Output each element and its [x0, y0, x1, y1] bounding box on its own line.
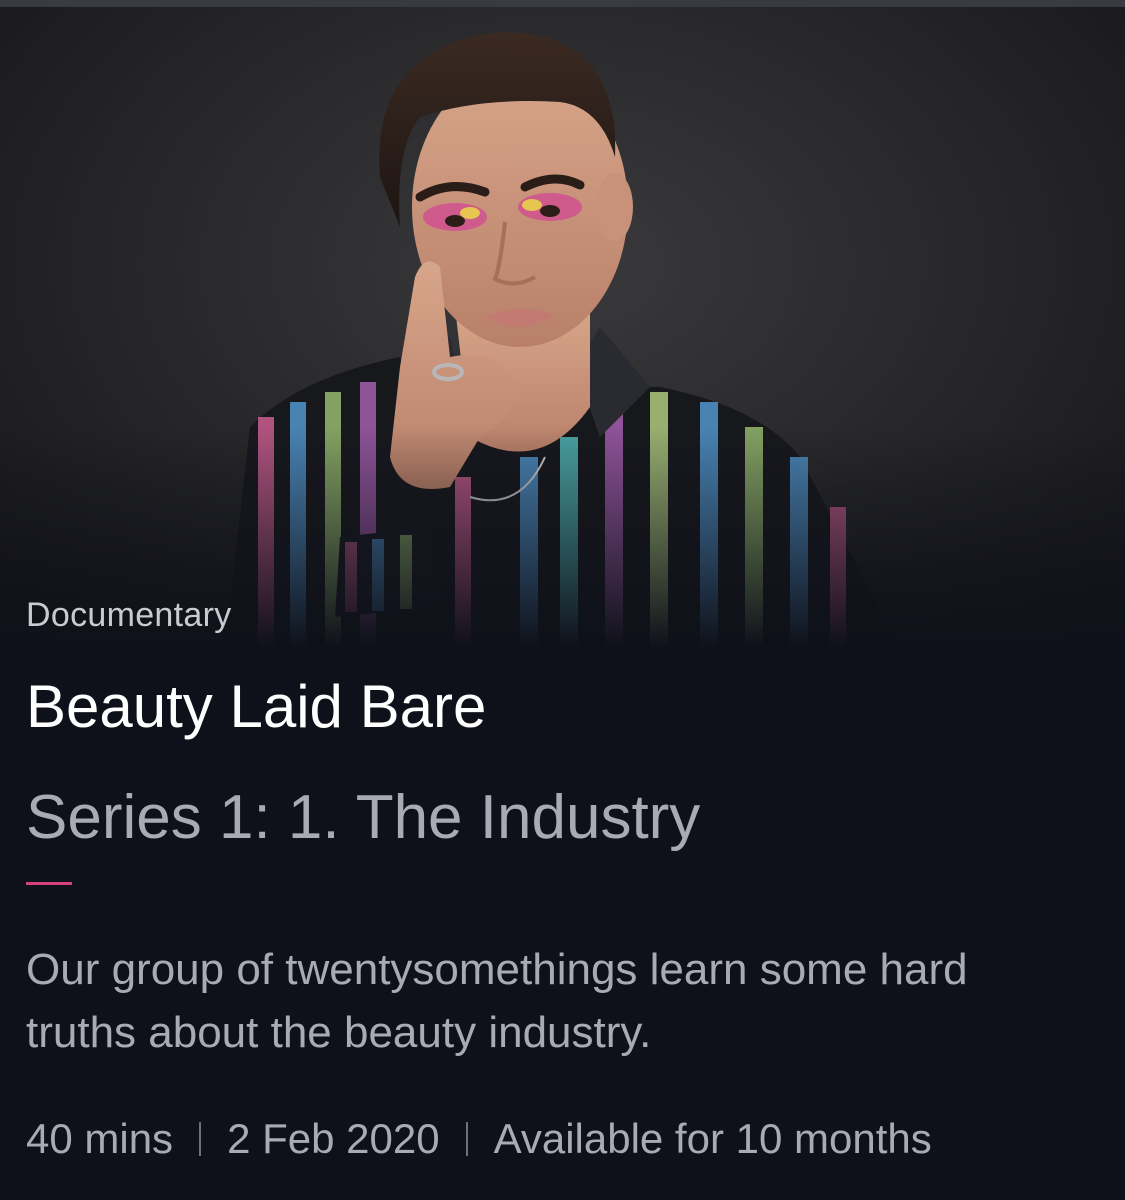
episode-description: Our group of twentysomethings learn some… [26, 945, 968, 1057]
top-bar [0, 0, 1125, 7]
broadcast-date-text: 2 Feb 2020 [227, 1115, 440, 1162]
accent-divider [26, 882, 72, 885]
meta-separator [465, 1122, 468, 1156]
programme-title: Beauty Laid Bare [26, 673, 487, 740]
meta-separator [199, 1122, 202, 1156]
hero-image [0, 7, 1125, 647]
episode-meta: 40 mins 2 Feb 2020 Available for 10 mont… [26, 1115, 932, 1163]
availability-text: Available for 10 months [493, 1115, 932, 1162]
genre-label: Documentary [26, 596, 232, 634]
programme-detail-page: Documentary Beauty Laid Bare Series 1: 1… [0, 0, 1125, 1200]
episode-title: Series 1: 1. The Industry [26, 783, 701, 852]
duration-text: 40 mins [26, 1115, 174, 1162]
